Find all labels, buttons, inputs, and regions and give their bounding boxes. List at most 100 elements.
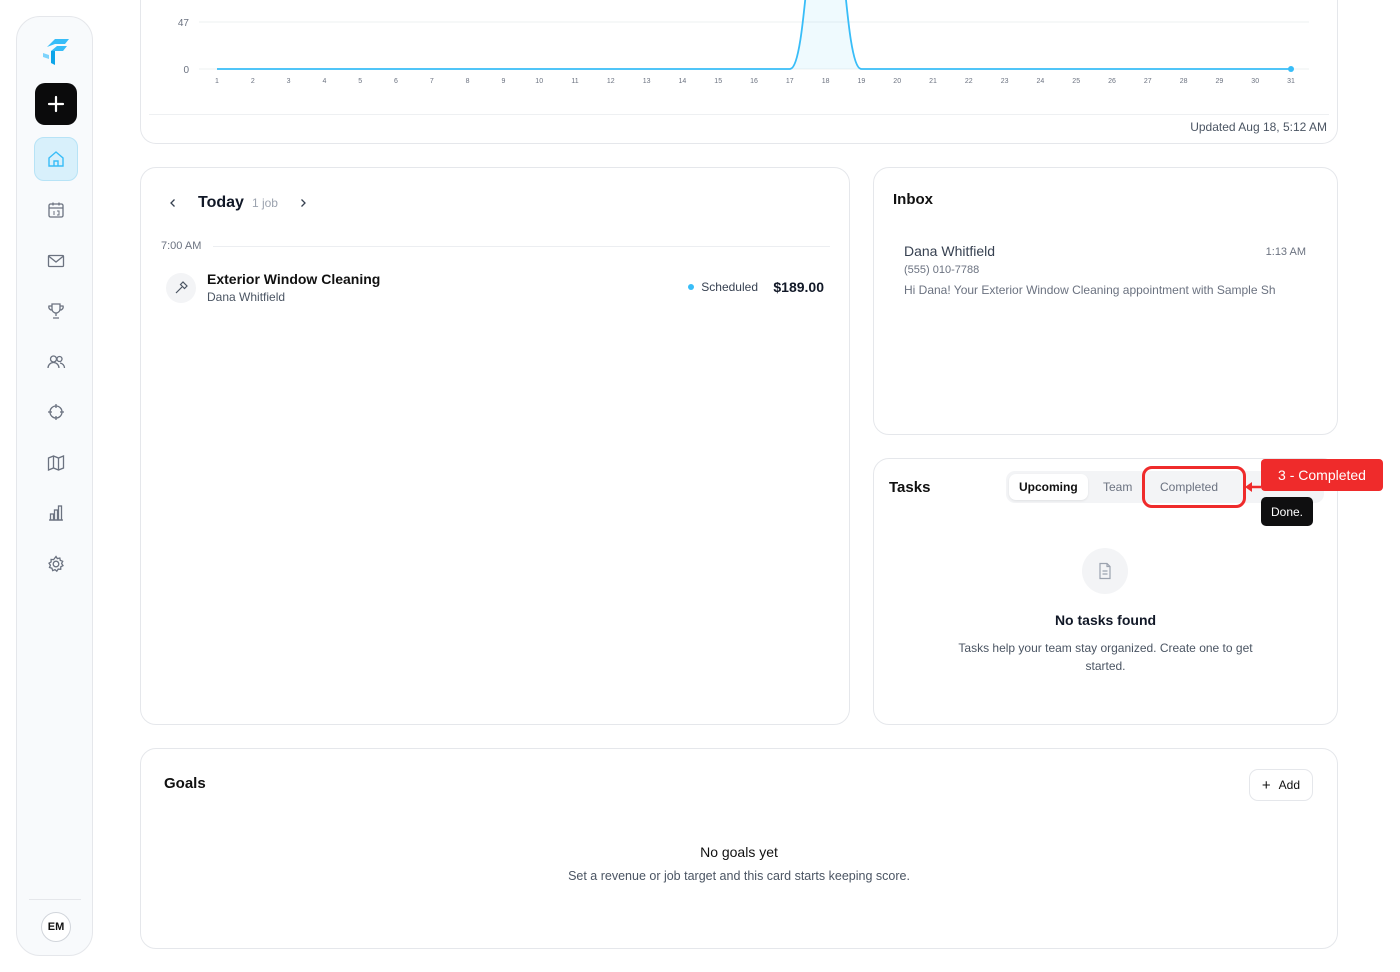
add-goal-button[interactable]: + Add	[1248, 769, 1313, 801]
status-dot	[688, 284, 695, 290]
x-tick-label: 4	[322, 78, 326, 85]
message-sender: Dana Whitfield	[904, 243, 996, 259]
brand-logo[interactable]	[41, 37, 71, 67]
sidebar-item-home[interactable]	[34, 137, 78, 181]
chevron-left-icon	[170, 199, 175, 207]
sidebar-item-map[interactable]	[34, 441, 78, 485]
x-tick-label: 28	[1180, 78, 1188, 85]
x-tick-label: 25	[1072, 78, 1080, 85]
job-title: Exterior Window Cleaning	[207, 271, 381, 287]
x-tick-label: 30	[1251, 78, 1259, 85]
schedule-header: Today 1 job	[166, 194, 310, 212]
map-icon	[47, 455, 65, 471]
job-client: Dana Whitfield	[207, 290, 286, 304]
mail-icon	[47, 254, 65, 268]
x-tick-label: 11	[571, 78, 578, 85]
inbox-card: Inbox Dana Whitfield 1:13 AM (555) 010-7…	[873, 167, 1338, 435]
x-tick-label: 24	[1037, 78, 1045, 85]
x-tick-label: 27	[1144, 78, 1152, 85]
updated-timestamp: Updated Aug 18, 5:12 AM	[1190, 120, 1327, 134]
goals-card: Goals + Add No goals yet Set a revenue o…	[140, 748, 1338, 949]
users-icon	[47, 355, 66, 369]
chart-divider	[149, 114, 1329, 115]
x-tick-label: 15	[714, 78, 722, 85]
tab-team[interactable]: Team	[1093, 474, 1142, 500]
x-tick-label: 14	[679, 78, 687, 85]
time-slot: 7:00 AM	[161, 240, 830, 252]
x-tick-label: 1	[215, 78, 219, 85]
bar-chart-icon	[49, 505, 63, 521]
x-tick-label: 19	[858, 78, 866, 85]
series-area	[217, 0, 1291, 69]
add-goal-label: Add	[1278, 778, 1300, 792]
time-divider	[213, 245, 830, 247]
calendar-icon	[48, 202, 64, 218]
avatar[interactable]: EM	[41, 912, 71, 942]
plus-icon	[47, 95, 65, 113]
inbox-title: Inbox	[893, 191, 933, 208]
trophy-icon	[48, 303, 64, 319]
x-tick-label: 22	[965, 78, 973, 85]
document-icon	[1099, 562, 1111, 580]
plus-icon: +	[1261, 776, 1271, 794]
series-line	[217, 0, 1291, 70]
day-label: Today	[198, 194, 244, 211]
message-preview: Hi Dana! Your Exterior Window Cleaning a…	[904, 283, 1276, 297]
new-button[interactable]	[35, 83, 77, 125]
y-tick-label: 47	[178, 18, 190, 29]
sidebar-item-goals[interactable]	[34, 289, 78, 333]
next-day-button[interactable]	[296, 196, 310, 210]
prev-day-button[interactable]	[166, 196, 180, 210]
chevron-right-icon	[301, 199, 306, 207]
x-tick-label: 29	[1216, 78, 1224, 85]
sidebar-item-settings[interactable]	[34, 542, 78, 586]
sidebar-item-clients[interactable]	[34, 340, 78, 384]
tasks-title: Tasks	[889, 479, 931, 496]
sidebar: EM	[16, 16, 93, 956]
y-tick-label: 0	[183, 65, 189, 76]
tab-upcoming[interactable]: Upcoming	[1009, 474, 1088, 500]
empty-state-title: No tasks found	[1054, 612, 1157, 628]
empty-state-icon	[1082, 548, 1128, 594]
job-price: $189.00	[773, 279, 824, 295]
x-tick-label: 3	[287, 78, 291, 85]
crosshair-icon	[48, 404, 64, 420]
x-tick-label: 2	[251, 78, 255, 85]
revenue-chart-card: 0 47 1 2 3 4 5 6 7 8 9 10 11 12 13 14 15 16 17 18 19 20 21 22 23…	[140, 0, 1338, 144]
x-tick-label: 12	[607, 78, 615, 85]
x-tick-label: 13	[643, 78, 651, 85]
tooltip: Done.	[1261, 497, 1313, 526]
goals-empty-title: No goals yet	[700, 844, 778, 860]
x-tick-label: 7	[430, 78, 434, 85]
goals-empty-description: Set a revenue or job target and this car…	[568, 869, 910, 883]
sidebar-item-messages[interactable]	[34, 239, 78, 283]
sidebar-item-dispatch[interactable]	[34, 390, 78, 434]
goals-title: Goals	[164, 775, 206, 792]
x-tick-label: 9	[501, 78, 505, 85]
status-label: Scheduled	[701, 280, 758, 294]
gear-icon	[48, 555, 64, 573]
sidebar-item-reports[interactable]	[34, 491, 78, 535]
message-time: 1:13 AM	[1265, 246, 1306, 258]
annotation-arrow	[1245, 482, 1261, 492]
x-tick-label: 26	[1108, 78, 1116, 85]
home-icon	[48, 151, 64, 167]
schedule-card: Today 1 job 7:00 AM Exterior Window Clea…	[140, 167, 850, 725]
annotation-label: 3 - Completed	[1261, 459, 1383, 491]
x-tick-label: 10	[535, 78, 543, 85]
message-phone: (555) 010-7788	[904, 264, 980, 276]
empty-state-description: Tasks help your team stay organized. Cre…	[958, 641, 1253, 673]
x-tick-label: 31	[1287, 78, 1295, 85]
revenue-chart: 0471 2 3 4 5 6 7 8 9 10 11 12 13 14 15 16 17 18 19 20 21 22 23…	[178, 0, 1309, 85]
status-badge: Scheduled	[688, 280, 758, 294]
x-tick-label: 5	[358, 78, 362, 85]
x-tick-label: 18	[822, 78, 830, 85]
job-icon	[166, 273, 196, 303]
job-item[interactable]: Exterior Window Cleaning Dana Whitfield …	[166, 271, 826, 307]
x-tick-label: 20	[893, 78, 901, 85]
x-tick-label: 21	[929, 78, 937, 85]
sidebar-item-calendar[interactable]	[34, 188, 78, 232]
sidebar-divider	[29, 899, 81, 900]
annotation-highlight	[1142, 466, 1246, 508]
x-tick-label: 23	[1001, 78, 1009, 85]
